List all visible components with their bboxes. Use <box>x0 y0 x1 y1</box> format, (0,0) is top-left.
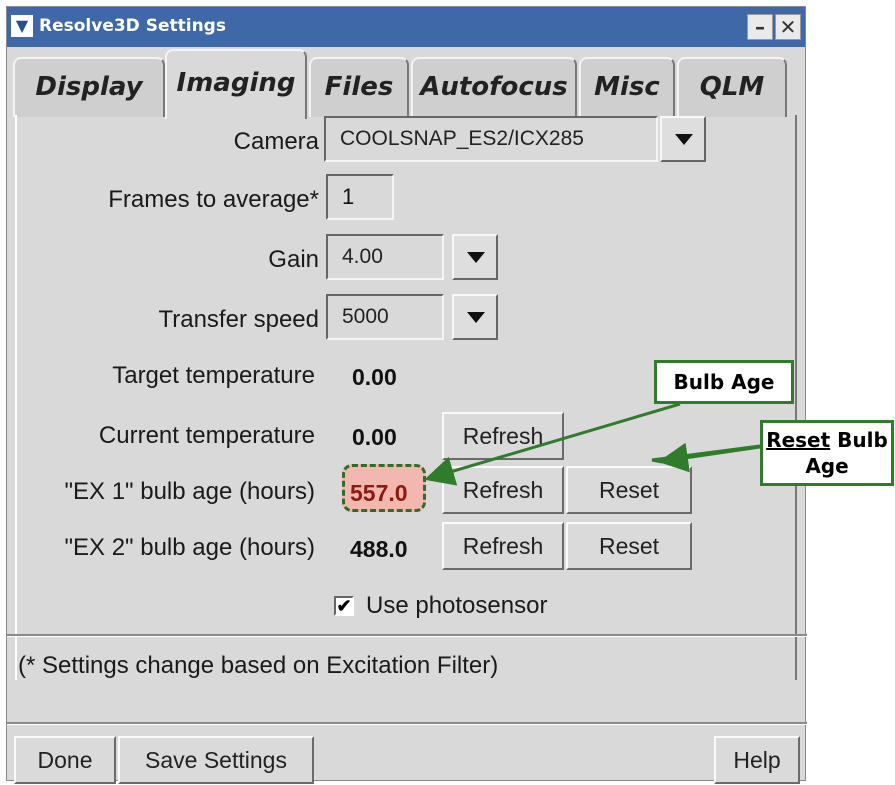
photosensor-checkbox[interactable]: ✔ <box>334 596 354 616</box>
title-bar: ▼ Resolve3D Settings – ✕ <box>7 7 805 47</box>
reset-bulb-age-callout: Reset Bulb Age <box>760 420 894 486</box>
current-temp-label: Current temperature <box>98 422 315 449</box>
tab-qlm[interactable]: QLM <box>677 57 787 117</box>
ex1-bulb-age-label: "EX 1" bulb age (hours) <box>64 478 315 505</box>
camera-select[interactable]: COOLSNAP_ES2/ICX285 <box>324 116 658 162</box>
help-button[interactable]: Help <box>714 736 800 784</box>
chevron-down-icon[interactable]: ▼ <box>11 15 33 37</box>
transfer-speed-label: Transfer speed <box>158 306 319 333</box>
transfer-speed-dropdown-button[interactable] <box>452 294 498 340</box>
transfer-speed-select[interactable]: 5000 <box>326 294 444 340</box>
current-temp-value: 0.00 <box>352 424 397 450</box>
divider-top <box>7 634 807 637</box>
camera-dropdown-button[interactable] <box>660 116 706 162</box>
tab-autofocus[interactable]: Autofocus <box>411 57 577 117</box>
close-icon[interactable]: ✕ <box>775 14 801 40</box>
bulb-age-callout: Bulb Age <box>654 360 794 404</box>
frames-label: Frames to average* <box>108 186 319 213</box>
minimize-icon[interactable]: – <box>747 14 773 40</box>
refresh-ex1-button[interactable]: Refresh <box>442 466 564 514</box>
window-title: Resolve3D Settings <box>39 16 226 36</box>
gain-select[interactable]: 4.00 <box>326 234 444 280</box>
tab-misc[interactable]: Misc <box>579 57 675 117</box>
tab-files[interactable]: Files <box>309 57 409 117</box>
reset-callout-underlined: Reset <box>766 428 831 452</box>
photosensor-label: Use photosensor <box>366 592 548 619</box>
tab-display[interactable]: Display <box>13 57 165 117</box>
tab-imaging[interactable]: Imaging <box>165 49 307 119</box>
reset-ex2-button[interactable]: Reset <box>566 522 692 570</box>
frames-input[interactable]: 1 <box>326 174 394 220</box>
target-temp-label: Target temperature <box>112 362 315 389</box>
done-button[interactable]: Done <box>14 736 116 784</box>
divider-bottom <box>7 722 807 725</box>
reset-callout-rest-2: Age <box>805 454 849 478</box>
reset-ex1-button[interactable]: Reset <box>566 466 692 514</box>
target-temp-value: 0.00 <box>352 364 397 390</box>
reset-callout-rest-1: Bulb <box>830 428 888 452</box>
gain-dropdown-button[interactable] <box>452 234 498 280</box>
settings-note: (* Settings change based on Excitation F… <box>18 652 499 679</box>
ex2-bulb-age-label: "EX 2" bulb age (hours) <box>64 534 315 561</box>
ex1-bulb-age-value: 557.0 <box>350 480 408 506</box>
refresh-temp-button[interactable]: Refresh <box>442 412 564 460</box>
save-settings-button[interactable]: Save Settings <box>118 736 314 784</box>
gain-label: Gain <box>268 246 319 273</box>
refresh-ex2-button[interactable]: Refresh <box>442 522 564 570</box>
ex2-bulb-age-value: 488.0 <box>350 536 408 562</box>
camera-label: Camera <box>233 128 319 155</box>
